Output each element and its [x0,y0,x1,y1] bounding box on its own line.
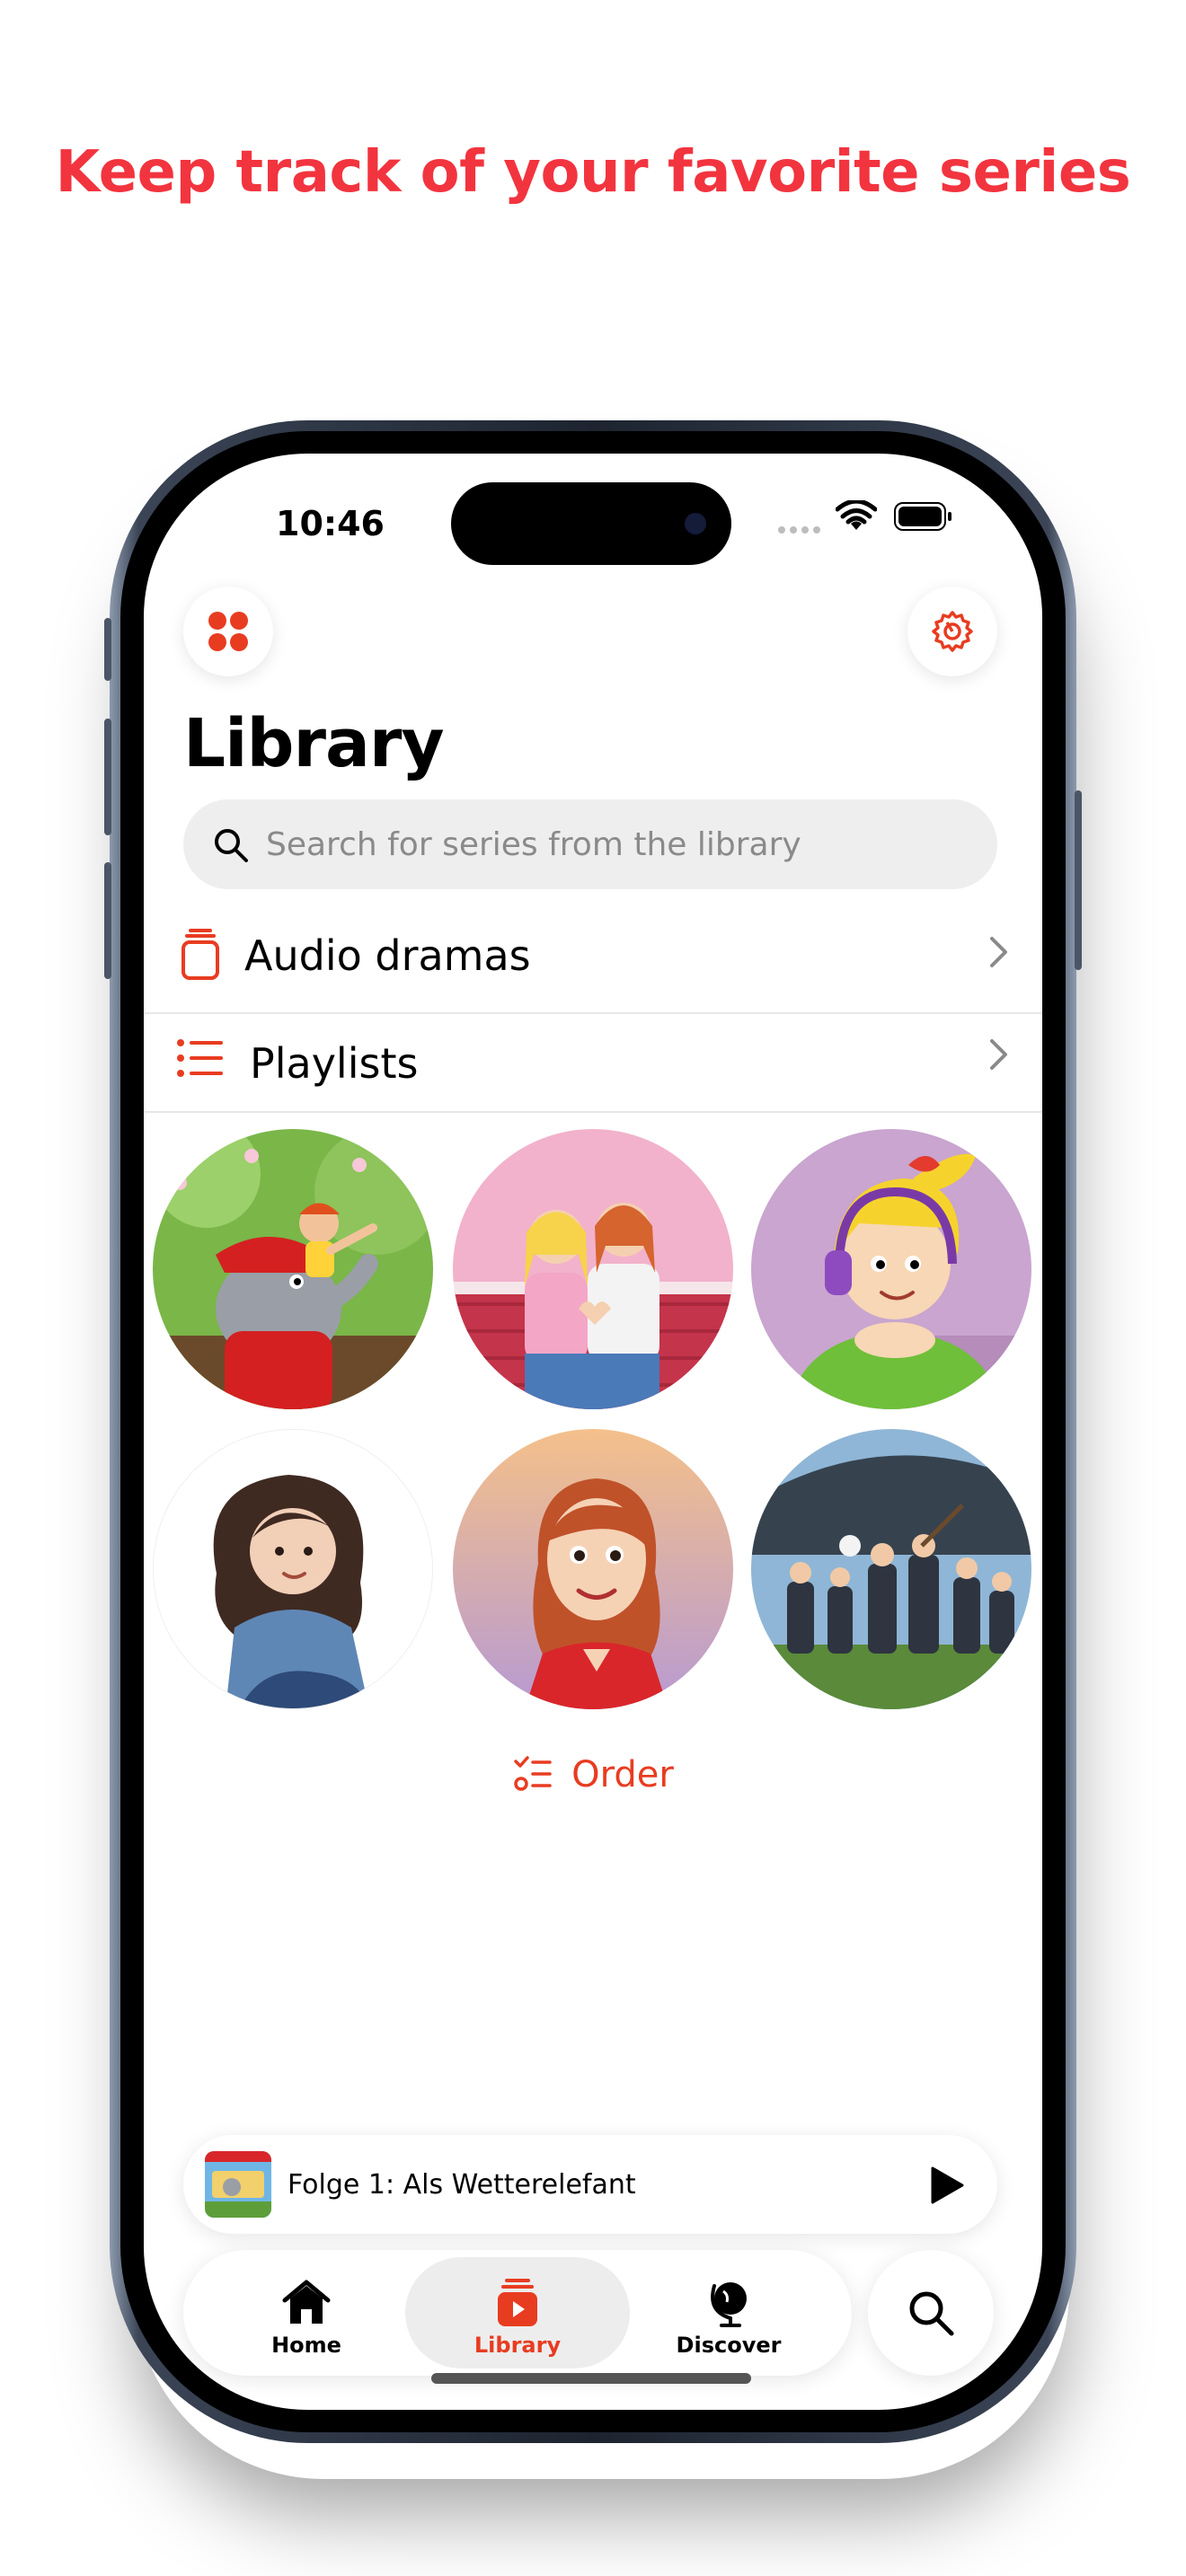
order-label: Order [571,1754,674,1795]
tab-home[interactable]: Home [194,2257,419,2369]
globe-icon [711,2282,747,2327]
now-playing-cover [205,2151,271,2218]
headline: Keep track of your favorite series [55,139,1131,206]
series-cover-5-art [453,1429,733,1709]
series-cover-3[interactable] [751,1129,1031,1409]
search-bar[interactable]: Search for series from the library [183,799,997,889]
camera-icon [685,513,706,534]
settings-button[interactable] [907,587,997,676]
playlists-label: Playlists [250,1039,419,1088]
search-input[interactable]: Search for series from the library [266,826,801,863]
tab-library[interactable]: Library [405,2257,630,2369]
page-title: Library [183,705,445,782]
tab-library-label: Library [474,2333,562,2358]
series-cover-4[interactable] [153,1429,433,1709]
signal-dots-icon [778,526,820,534]
settings-gear-icon [932,611,973,652]
volume-down-button [104,862,111,979]
tab-discover-label: Discover [676,2333,782,2358]
series-cover-1[interactable] [153,1129,433,1409]
wifi-icon [836,500,877,530]
play-icon[interactable] [929,2166,965,2205]
divider [144,1111,1042,1113]
series-cover-2[interactable] [453,1129,733,1409]
series-cover-5[interactable] [453,1429,733,1709]
home-icon [282,2280,331,2324]
status-time: 10:46 [276,504,385,543]
audio-dramas-row[interactable]: Audio dramas [144,903,1042,1001]
power-button [1075,790,1082,970]
mini-player[interactable]: Folge 1: Als Wetterelefant [183,2135,997,2234]
search-icon [215,829,248,862]
volume-up-button [104,719,111,835]
playlists-row[interactable]: Playlists [144,1010,1042,1109]
playlists-icon [177,1039,223,1077]
series-cover-1-art [153,1129,433,1409]
series-cover-4-art [154,1430,432,1708]
search-button[interactable] [868,2250,994,2376]
home-indicator [431,2373,751,2384]
chevron-right-icon [990,937,1007,967]
action-button [104,618,111,681]
dynamic-island [451,482,731,565]
series-cover-6-art [751,1429,1031,1709]
apps-grid-icon [208,612,248,651]
order-list-icon [514,1756,552,1791]
library-icon [498,2279,537,2326]
search-icon [909,2291,954,2336]
apps-button[interactable] [183,587,273,676]
order-button[interactable]: Order [144,1747,1042,1810]
series-cover-6[interactable] [751,1429,1031,1709]
phone-screen: 10:46 Library Search for series from the… [144,454,1042,2410]
tab-home-label: Home [271,2333,341,2358]
audio-dramas-label: Audio dramas [244,931,531,980]
tab-discover[interactable]: Discover [616,2257,841,2369]
battery-icon [894,502,951,531]
audio-dramas-icon [181,929,219,980]
series-cover-2-art [453,1129,733,1409]
now-playing-title: Folge 1: Als Wetterelefant [288,2169,636,2201]
series-cover-3-art [751,1129,1031,1409]
tab-bar: Home Library Discover [183,2250,852,2376]
chevron-right-icon [990,1039,1007,1070]
